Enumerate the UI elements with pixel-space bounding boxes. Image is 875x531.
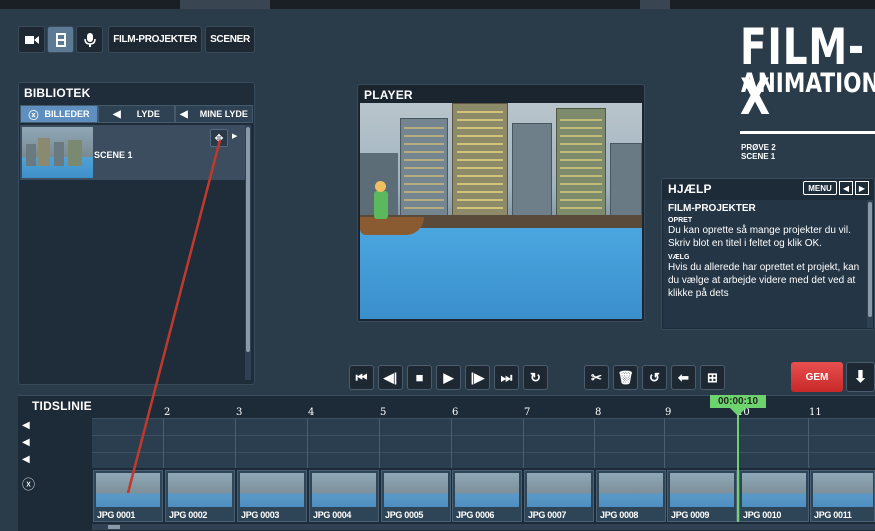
- drag-annotation-line: [126, 139, 222, 494]
